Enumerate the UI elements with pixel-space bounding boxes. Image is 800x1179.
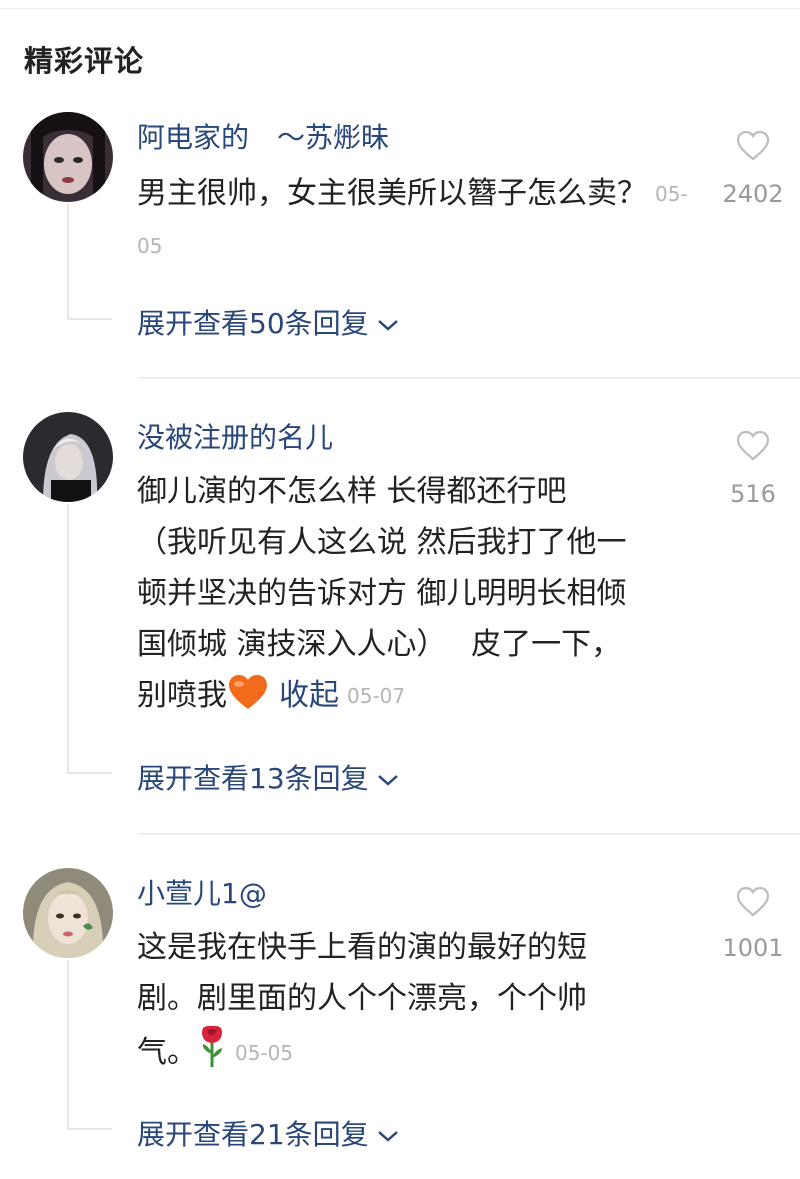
comment-text-line: 别喷我 收起 05-07 <box>137 670 697 722</box>
collapse-button[interactable]: 收起 <box>279 678 339 713</box>
comment-text: 这是我在快手上看的演的最好的短 剧。剧里面的人个个漂亮，个个帅 气。 05-05 <box>137 922 697 1079</box>
thread-elbow <box>67 772 112 774</box>
expand-replies-button[interactable]: 展开查看50条回复 <box>137 302 399 342</box>
chevron-down-icon <box>377 320 398 331</box>
comment-username[interactable]: 没被注册的名儿 <box>137 416 333 456</box>
thread-elbow <box>67 1128 112 1130</box>
divider <box>137 833 800 835</box>
thread-elbow <box>67 318 112 320</box>
comment-timestamp: 05-05 <box>235 1041 294 1065</box>
comment-text-line: 这是我在快手上看的演的最好的短 <box>137 930 587 965</box>
like-count: 2402 <box>722 180 784 208</box>
top-divider <box>0 8 800 9</box>
comment-text-line: 剧。剧里面的人个个漂亮，个个帅 <box>137 981 587 1016</box>
comment-text-line: （我听见有人这么说 然后我打了他一 <box>137 525 627 560</box>
chevron-down-icon <box>377 775 398 786</box>
expand-replies-label: 展开查看13条回复 <box>137 762 369 795</box>
expand-replies-label: 展开查看50条回复 <box>137 307 369 340</box>
comment-username[interactable]: 小萱儿1@ <box>137 872 267 912</box>
expand-replies-button[interactable]: 展开查看13条回复 <box>137 757 399 797</box>
expand-replies-button[interactable]: 展开查看21条回复 <box>137 1113 399 1153</box>
thread-line <box>67 504 69 774</box>
avatar[interactable] <box>23 112 113 202</box>
comment-text-line: 御儿演的不怎么样 长得都还行吧 <box>137 474 567 509</box>
section-title: 精彩评论 <box>24 44 145 78</box>
comment-timestamp: 05-07 <box>347 684 406 708</box>
like-count: 516 <box>730 480 776 508</box>
avatar[interactable] <box>23 868 113 958</box>
like-count: 1001 <box>722 934 784 962</box>
comment-text: 御儿演的不怎么样 长得都还行吧 （我听见有人这么说 然后我打了他一 顿并坚决的告… <box>137 466 697 722</box>
comment-text-line: 国倾城 演技深入人心） 皮了一下， <box>137 627 622 662</box>
rose-emoji <box>202 1025 222 1067</box>
divider <box>137 377 800 379</box>
avatar[interactable] <box>23 412 113 502</box>
thread-line <box>67 204 69 320</box>
expand-replies-label: 展开查看21条回复 <box>137 1118 369 1151</box>
comment-text-line: 顿并坚决的告诉对方 御儿明明长相倾 <box>137 576 627 611</box>
heart-icon[interactable] <box>736 430 770 462</box>
comment-text-line: 气。 05-05 <box>137 1024 697 1079</box>
orange-heart-emoji <box>229 675 267 709</box>
comment-username[interactable]: 阿电家的 ～苏烿昧 <box>137 116 389 156</box>
heart-icon[interactable] <box>736 886 770 918</box>
chevron-down-icon <box>377 1131 398 1142</box>
comment-text: 男主很帅，女主很美所以簪子怎么卖？ 05-05 <box>137 176 688 258</box>
thread-line <box>67 960 69 1130</box>
heart-icon[interactable] <box>736 130 770 162</box>
